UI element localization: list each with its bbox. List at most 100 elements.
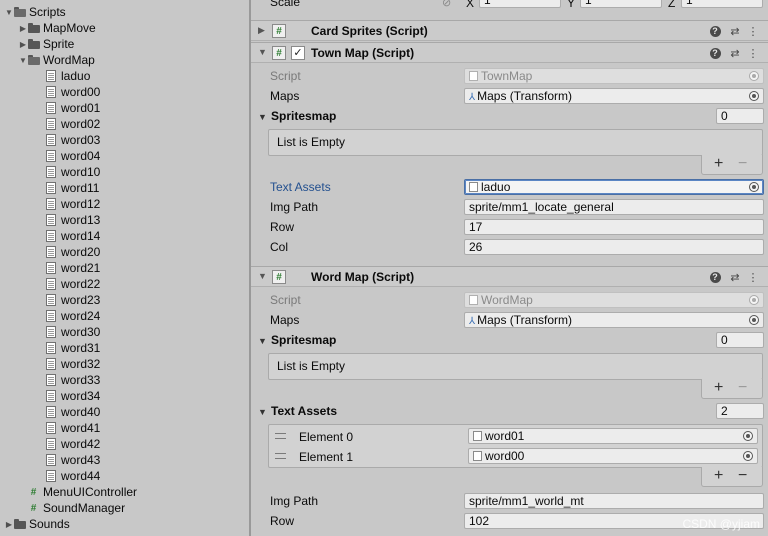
scale-z-field[interactable]: 1 <box>681 0 763 8</box>
fold-down-icon[interactable]: ▼ <box>258 407 267 417</box>
tree-item[interactable]: word34 <box>0 388 249 404</box>
img-path-field[interactable]: sprite/mm1_world_mt <box>464 493 764 509</box>
add-element-button[interactable]: + <box>714 380 723 396</box>
more-vertical-icon[interactable]: ⋮ <box>746 270 760 284</box>
fold-down-icon[interactable]: ▼ <box>258 47 267 57</box>
more-vertical-icon[interactable]: ⋮ <box>746 46 760 60</box>
text-assets-field[interactable]: laduo <box>464 179 764 195</box>
tree-item[interactable]: word31 <box>0 340 249 356</box>
row-field[interactable]: 17 <box>464 219 764 235</box>
tree-item[interactable]: word01 <box>0 100 249 116</box>
col-field[interactable]: 26 <box>464 239 764 255</box>
text-assets-list: Element 0 word01 Element 1 word00 <box>268 424 763 468</box>
spritesmap-size-field[interactable]: 0 <box>716 108 764 124</box>
preset-sliders-icon[interactable]: ⇄ <box>728 24 742 38</box>
element-1-field[interactable]: word00 <box>468 448 758 464</box>
tree-item[interactable]: ▼ WordMap <box>0 52 249 68</box>
preset-sliders-icon[interactable]: ⇄ <box>728 46 742 60</box>
tree-item[interactable]: word41 <box>0 420 249 436</box>
object-picker-icon[interactable] <box>743 451 753 461</box>
fold-down-icon[interactable]: ▼ <box>258 336 267 346</box>
tree-item[interactable]: # MenuUIController <box>0 484 249 500</box>
tree-item[interactable]: ▶ MapMove <box>0 20 249 36</box>
expand-right-icon[interactable]: ▶ <box>4 516 14 532</box>
tree-item[interactable]: word30 <box>0 324 249 340</box>
tree-item[interactable]: word14 <box>0 228 249 244</box>
add-element-button[interactable]: + <box>714 156 723 172</box>
expand-down-icon[interactable]: ▼ <box>18 52 28 68</box>
card-sprites-header[interactable]: ▶ # Card Sprites (Script) ? ⇄ ⋮ <box>251 20 768 41</box>
more-vertical-icon[interactable]: ⋮ <box>746 24 760 38</box>
tree-item[interactable]: ▶ Sprite <box>0 36 249 52</box>
tree-item[interactable]: word20 <box>0 244 249 260</box>
tree-item[interactable]: word12 <box>0 196 249 212</box>
text-file-icon <box>46 70 56 82</box>
town-map-header[interactable]: ▼ # ✓ Town Map (Script) ? ⇄ ⋮ <box>251 42 768 63</box>
scale-x-field[interactable]: 1 <box>479 0 561 8</box>
tree-item[interactable]: # SoundManager <box>0 500 249 516</box>
expand-right-icon[interactable]: ▶ <box>18 36 28 52</box>
word-map-header[interactable]: ▼ # Word Map (Script) ? ⇄ ⋮ <box>251 266 768 287</box>
add-element-button[interactable]: + <box>714 468 723 484</box>
remove-element-button[interactable]: − <box>738 380 747 396</box>
element-0-field[interactable]: word01 <box>468 428 758 444</box>
tree-item-label: word32 <box>61 357 101 371</box>
tree-item[interactable]: word23 <box>0 292 249 308</box>
tree-item[interactable]: word22 <box>0 276 249 292</box>
tree-item[interactable]: ▶ Sounds <box>0 516 249 532</box>
text-file-icon <box>46 326 56 338</box>
tree-item[interactable]: word44 <box>0 468 249 484</box>
help-icon[interactable]: ? <box>708 270 722 284</box>
help-icon[interactable]: ? <box>708 46 722 60</box>
object-picker-icon[interactable] <box>749 91 759 101</box>
maps-field[interactable]: ⅄ Maps (Transform) <box>464 88 764 104</box>
tree-item[interactable]: laduo <box>0 68 249 84</box>
tree-item[interactable]: word21 <box>0 260 249 276</box>
fold-down-icon[interactable]: ▼ <box>258 271 267 281</box>
maps-field[interactable]: ⅄ Maps (Transform) <box>464 312 764 328</box>
object-picker-icon[interactable] <box>743 431 753 441</box>
drag-handle-icon[interactable] <box>275 433 286 439</box>
scale-y-field[interactable]: 1 <box>580 0 662 8</box>
help-icon[interactable]: ? <box>708 24 722 38</box>
folder-icon <box>28 55 40 65</box>
list-footer: + − <box>701 155 763 175</box>
object-picker-icon[interactable] <box>749 182 759 192</box>
fold-down-icon[interactable]: ▼ <box>258 112 267 122</box>
tree-item[interactable]: word42 <box>0 436 249 452</box>
tree-item[interactable]: ▼ Scripts <box>0 4 249 20</box>
arrow-spacer <box>32 84 46 100</box>
expand-right-icon[interactable]: ▶ <box>18 20 28 36</box>
tree-item[interactable]: word11 <box>0 180 249 196</box>
expand-down-icon[interactable]: ▼ <box>4 4 14 20</box>
fold-right-icon[interactable]: ▶ <box>258 25 265 36</box>
tree-item[interactable]: word43 <box>0 452 249 468</box>
remove-element-button[interactable]: − <box>738 468 747 484</box>
tree-item[interactable]: word04 <box>0 148 249 164</box>
tree-item[interactable]: word03 <box>0 132 249 148</box>
tree-item[interactable]: word24 <box>0 308 249 324</box>
preset-sliders-icon[interactable]: ⇄ <box>728 270 742 284</box>
tree-item-label: word24 <box>61 309 101 323</box>
tree-item-label: word01 <box>61 101 101 115</box>
row-label: Row <box>270 514 295 528</box>
object-picker-icon[interactable] <box>749 315 759 325</box>
tree-item[interactable]: word13 <box>0 212 249 228</box>
enabled-checkbox[interactable]: ✓ <box>291 46 305 60</box>
tree-item[interactable]: word32 <box>0 356 249 372</box>
spritesmap-size-field[interactable]: 0 <box>716 332 764 348</box>
remove-element-button[interactable]: − <box>738 156 747 172</box>
img-path-field[interactable]: sprite/mm1_locate_general <box>464 199 764 215</box>
tree-item[interactable]: word40 <box>0 404 249 420</box>
scale-label: Scale <box>270 0 301 9</box>
tree-item[interactable]: word00 <box>0 84 249 100</box>
tree-item[interactable]: word02 <box>0 116 249 132</box>
text-file-icon <box>46 294 56 306</box>
script-icon: # <box>272 46 286 60</box>
tree-item-label: SoundManager <box>43 501 126 515</box>
drag-handle-icon[interactable] <box>275 453 286 459</box>
text-file-icon <box>46 230 56 242</box>
tree-item[interactable]: word10 <box>0 164 249 180</box>
tree-item[interactable]: word33 <box>0 372 249 388</box>
text-assets-size-field[interactable]: 2 <box>716 403 764 419</box>
